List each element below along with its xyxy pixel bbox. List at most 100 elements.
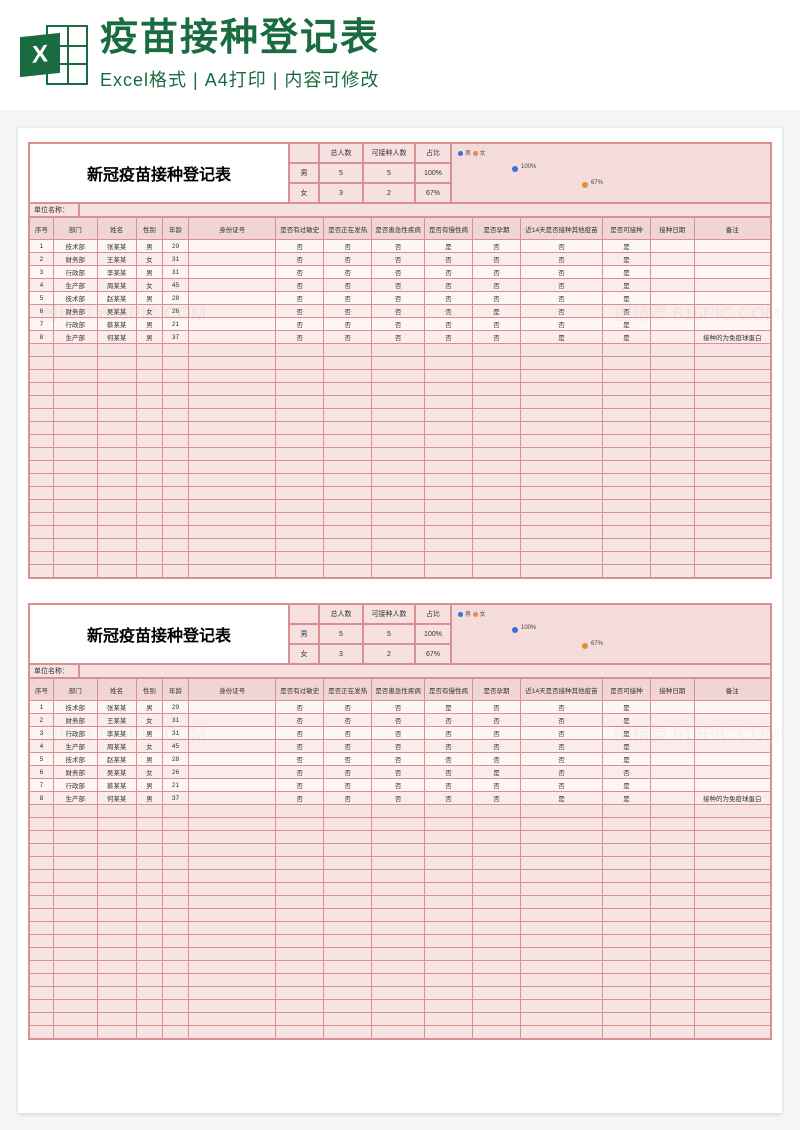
table-cell[interactable] bbox=[602, 935, 650, 948]
table-cell[interactable] bbox=[189, 1026, 276, 1039]
table-cell[interactable] bbox=[189, 831, 276, 844]
table-cell[interactable] bbox=[189, 500, 276, 513]
table-cell[interactable] bbox=[162, 948, 188, 961]
table-cell[interactable] bbox=[276, 474, 324, 487]
table-cell[interactable] bbox=[97, 987, 136, 1000]
table-cell[interactable]: 是 bbox=[602, 331, 650, 344]
table-cell[interactable] bbox=[136, 844, 162, 857]
table-cell[interactable] bbox=[372, 870, 425, 883]
table-cell[interactable] bbox=[189, 266, 276, 279]
table-cell[interactable] bbox=[694, 870, 770, 883]
table-cell[interactable] bbox=[324, 844, 372, 857]
table-cell[interactable] bbox=[372, 513, 425, 526]
table-cell[interactable] bbox=[162, 844, 188, 857]
table-cell[interactable] bbox=[602, 435, 650, 448]
table-cell[interactable]: 否 bbox=[520, 714, 602, 727]
table-cell[interactable] bbox=[425, 513, 473, 526]
table-cell[interactable] bbox=[602, 370, 650, 383]
table-cell[interactable]: 否 bbox=[473, 292, 521, 305]
table-cell[interactable] bbox=[276, 948, 324, 961]
table-cell[interactable] bbox=[425, 396, 473, 409]
table-cell[interactable] bbox=[30, 818, 54, 831]
table-cell[interactable] bbox=[602, 987, 650, 1000]
table-cell[interactable] bbox=[372, 487, 425, 500]
table-cell[interactable]: 是 bbox=[602, 318, 650, 331]
table-cell[interactable]: 45 bbox=[162, 279, 188, 292]
table-cell[interactable] bbox=[425, 909, 473, 922]
table-cell[interactable]: 否 bbox=[473, 318, 521, 331]
table-cell[interactable] bbox=[162, 935, 188, 948]
table-cell[interactable] bbox=[650, 552, 694, 565]
table-cell[interactable] bbox=[53, 805, 97, 818]
table-cell[interactable] bbox=[189, 474, 276, 487]
table-cell[interactable] bbox=[189, 292, 276, 305]
table-cell[interactable] bbox=[276, 357, 324, 370]
table-cell[interactable] bbox=[136, 487, 162, 500]
table-cell[interactable] bbox=[162, 487, 188, 500]
table-cell[interactable] bbox=[425, 974, 473, 987]
table-cell[interactable] bbox=[53, 409, 97, 422]
table-cell[interactable] bbox=[694, 435, 770, 448]
table-cell[interactable] bbox=[97, 896, 136, 909]
table-cell[interactable] bbox=[53, 1026, 97, 1039]
table-cell[interactable] bbox=[189, 422, 276, 435]
table-cell[interactable] bbox=[650, 909, 694, 922]
table-cell[interactable]: 否 bbox=[324, 753, 372, 766]
table-cell[interactable] bbox=[425, 831, 473, 844]
table-cell[interactable]: 否 bbox=[324, 279, 372, 292]
table-cell[interactable] bbox=[520, 461, 602, 474]
table-cell[interactable]: 技术部 bbox=[53, 701, 97, 714]
table-cell[interactable]: 否 bbox=[425, 779, 473, 792]
table-cell[interactable]: 21 bbox=[162, 779, 188, 792]
table-cell[interactable]: 31 bbox=[162, 727, 188, 740]
table-cell[interactable] bbox=[372, 844, 425, 857]
table-cell[interactable] bbox=[602, 857, 650, 870]
table-cell[interactable]: 否 bbox=[276, 318, 324, 331]
table-cell[interactable] bbox=[97, 805, 136, 818]
table-cell[interactable] bbox=[30, 857, 54, 870]
table-cell[interactable]: 6 bbox=[30, 766, 54, 779]
table-cell[interactable] bbox=[162, 500, 188, 513]
table-cell[interactable] bbox=[53, 539, 97, 552]
table-cell[interactable]: 否 bbox=[473, 331, 521, 344]
table-cell[interactable] bbox=[30, 539, 54, 552]
table-cell[interactable] bbox=[602, 409, 650, 422]
table-cell[interactable] bbox=[162, 552, 188, 565]
table-cell[interactable] bbox=[53, 883, 97, 896]
table-cell[interactable] bbox=[53, 552, 97, 565]
table-cell[interactable] bbox=[473, 344, 521, 357]
table-cell[interactable] bbox=[473, 1000, 521, 1013]
table-cell[interactable] bbox=[650, 987, 694, 1000]
table-cell[interactable] bbox=[136, 474, 162, 487]
table-cell[interactable]: 31 bbox=[162, 253, 188, 266]
table-cell[interactable] bbox=[324, 474, 372, 487]
table-cell[interactable] bbox=[53, 948, 97, 961]
table-cell[interactable] bbox=[189, 766, 276, 779]
table-cell[interactable] bbox=[602, 870, 650, 883]
table-cell[interactable] bbox=[189, 883, 276, 896]
table-cell[interactable] bbox=[53, 922, 97, 935]
table-cell[interactable] bbox=[650, 240, 694, 253]
table-cell[interactable] bbox=[162, 883, 188, 896]
table-cell[interactable] bbox=[189, 740, 276, 753]
table-cell[interactable] bbox=[324, 513, 372, 526]
table-cell[interactable] bbox=[372, 1013, 425, 1026]
table-cell[interactable] bbox=[189, 383, 276, 396]
table-cell[interactable] bbox=[650, 279, 694, 292]
table-cell[interactable] bbox=[520, 818, 602, 831]
unit-value[interactable] bbox=[79, 203, 771, 217]
table-cell[interactable] bbox=[136, 552, 162, 565]
table-cell[interactable] bbox=[602, 909, 650, 922]
table-cell[interactable]: 否 bbox=[276, 253, 324, 266]
table-cell[interactable] bbox=[324, 987, 372, 1000]
table-cell[interactable] bbox=[276, 922, 324, 935]
table-cell[interactable]: 是 bbox=[520, 792, 602, 805]
table-cell[interactable]: 否 bbox=[473, 701, 521, 714]
table-cell[interactable]: 男 bbox=[136, 266, 162, 279]
table-cell[interactable]: 技术部 bbox=[53, 292, 97, 305]
table-cell[interactable] bbox=[189, 792, 276, 805]
table-cell[interactable] bbox=[136, 974, 162, 987]
table-cell[interactable]: 张某某 bbox=[97, 240, 136, 253]
table-cell[interactable] bbox=[425, 987, 473, 1000]
table-cell[interactable]: 李某某 bbox=[97, 266, 136, 279]
